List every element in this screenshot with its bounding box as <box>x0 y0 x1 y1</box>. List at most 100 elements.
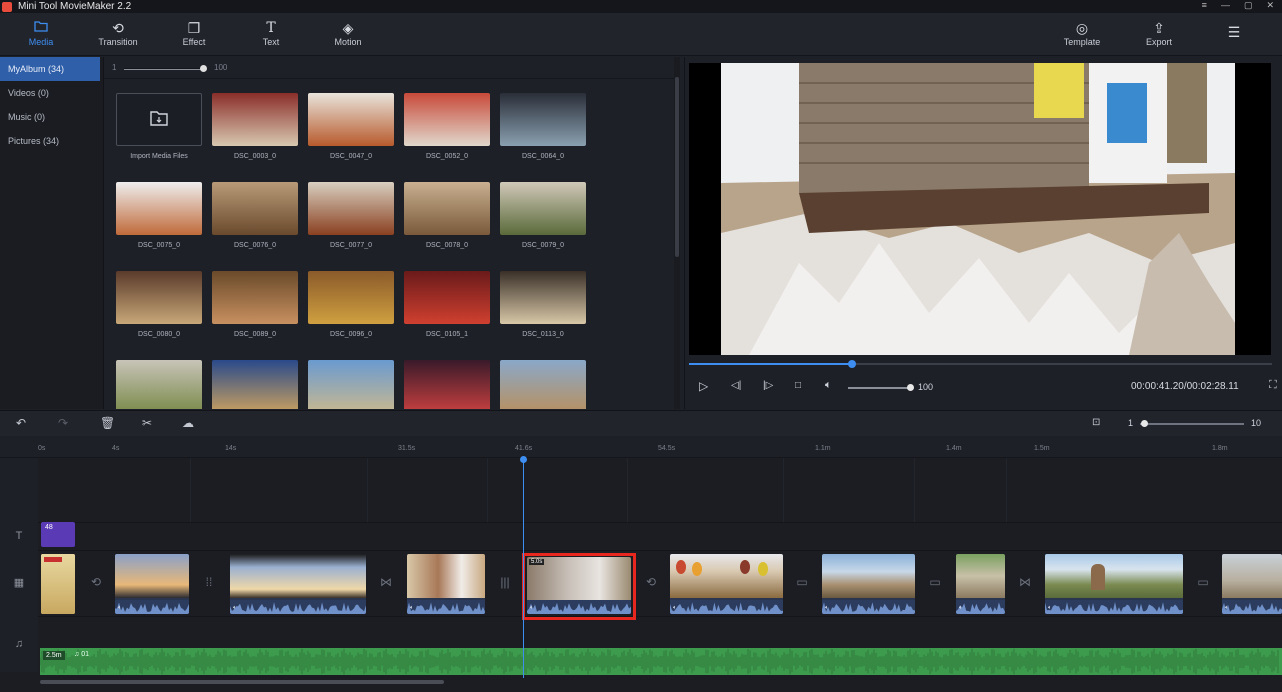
video-clip[interactable]: 🔈︎ <box>670 554 783 614</box>
tab-text[interactable]: T Text <box>241 19 301 47</box>
media-thumbnail[interactable] <box>500 360 586 409</box>
transition-slot[interactable]: ▭ <box>791 571 813 593</box>
import-folder-icon <box>149 109 169 130</box>
speaker-icon[interactable]: 🔈︎ <box>1225 605 1229 612</box>
media-thumbnail[interactable]: DSC_0105_1 <box>404 271 490 338</box>
transition-slot[interactable]: ⟲ <box>640 571 662 593</box>
split-icon[interactable]: ✂ <box>142 416 152 430</box>
transition-slot[interactable]: ▭ <box>1192 571 1214 593</box>
stop-icon[interactable]: □ <box>795 380 801 391</box>
title-clip[interactable] <box>41 554 75 614</box>
sidebar-item-music[interactable]: Music (0) <box>0 105 103 129</box>
timeline-zoom-handle[interactable] <box>1141 420 1148 427</box>
playhead[interactable] <box>520 456 527 678</box>
export-icon: ⇪ <box>1153 20 1165 36</box>
tab-transition[interactable]: ⟲ Transition <box>88 19 148 47</box>
media-thumbnail[interactable]: DSC_0079_0 <box>500 182 586 249</box>
video-clip[interactable]: 🔈︎ <box>1222 554 1282 614</box>
speaker-icon[interactable]: 🔈︎ <box>959 605 963 612</box>
media-caption: DSC_0052_0 <box>425 153 469 160</box>
timeline-horizontal-scrollbar[interactable] <box>40 680 444 684</box>
media-thumbnail[interactable]: DSC_0076_0 <box>212 182 298 249</box>
tab-media[interactable]: Media <box>11 19 71 47</box>
album-sidebar: MyAlbum (34) Videos (0) Music (0) Pictur… <box>0 57 104 409</box>
ruler-tick-label: 1.8m <box>1212 445 1228 452</box>
tab-motion[interactable]: ◈ Motion <box>318 19 378 47</box>
volume-icon[interactable]: 🔈︎ <box>825 379 832 392</box>
maximize-button[interactable]: ▢ <box>1244 0 1253 11</box>
close-button[interactable]: ✕ <box>1266 0 1274 11</box>
preview-seek-bar[interactable] <box>689 360 1272 368</box>
sidebar-item-videos[interactable]: Videos (0) <box>0 81 103 105</box>
video-clip[interactable]: 🔈︎ <box>956 554 1005 614</box>
media-thumbnail[interactable]: DSC_0096_0 <box>308 271 394 338</box>
sidebar-item-pictures[interactable]: Pictures (34) <box>0 129 103 153</box>
ruler-tick-label: 1.4m <box>946 445 962 452</box>
import-media-button[interactable]: Import Media Files <box>116 93 202 160</box>
media-thumbnail[interactable] <box>212 360 298 409</box>
text-clip[interactable]: 48 <box>41 522 75 547</box>
media-thumbnail[interactable]: DSC_0052_0 <box>404 93 490 160</box>
video-clip[interactable]: 🔈︎ <box>822 554 915 614</box>
sidebar-item-myalbum[interactable]: MyAlbum (34) <box>0 57 100 81</box>
media-thumbnail[interactable]: DSC_0064_0 <box>500 93 586 160</box>
volume-handle[interactable] <box>907 384 914 391</box>
speaker-icon[interactable]: 🔈︎ <box>673 605 677 612</box>
previous-frame-icon[interactable]: ◁| <box>731 380 741 391</box>
video-clip[interactable]: 🔈︎ <box>407 554 485 614</box>
music-clip[interactable]: 2.5m ♫ 01 <box>40 648 1282 675</box>
media-thumbnail[interactable]: DSC_0089_0 <box>212 271 298 338</box>
minimize-button[interactable]: — <box>1221 0 1230 11</box>
text-track <box>38 522 1282 550</box>
audio-icon[interactable]: ☁ <box>182 416 194 430</box>
media-thumbnail[interactable] <box>404 360 490 409</box>
fit-timeline-icon[interactable]: ⊡ <box>1092 417 1100 428</box>
media-thumbnail[interactable]: DSC_0077_0 <box>308 182 394 249</box>
thumbnail-size-slider[interactable]: 1 100 <box>104 57 680 79</box>
seek-handle[interactable] <box>848 360 857 368</box>
speaker-icon[interactable]: 🔈︎ <box>825 605 829 612</box>
media-thumbnail[interactable] <box>116 360 202 409</box>
tab-effect[interactable]: ❐ Effect <box>164 19 224 47</box>
media-thumbnail[interactable]: DSC_0078_0 <box>404 182 490 249</box>
hamburger-menu-button[interactable]: ☰ <box>1204 23 1264 41</box>
title-bar: Mini Tool MovieMaker 2.2 ≡ — ▢ ✕ <box>0 0 1282 13</box>
transition-slot[interactable]: ⁞⁞ <box>198 571 220 593</box>
video-clip[interactable]: 🔈︎ <box>1045 554 1183 614</box>
media-scrollbar[interactable] <box>674 57 680 409</box>
next-frame-icon[interactable]: |▷ <box>763 380 773 391</box>
media-thumbnail[interactable]: DSC_0047_0 <box>308 93 394 160</box>
speaker-icon[interactable]: 🔈︎ <box>410 605 414 612</box>
media-caption: DSC_0080_0 <box>137 331 181 338</box>
redo-icon[interactable]: ↷ <box>58 416 68 430</box>
transition-slot[interactable]: ⋈ <box>1014 571 1036 593</box>
media-thumbnail[interactable]: DSC_0003_0 <box>212 93 298 160</box>
speaker-icon[interactable]: 🔈︎ <box>233 605 237 612</box>
music-waveform <box>40 648 1279 675</box>
slider-handle[interactable] <box>200 65 207 72</box>
menu-icon[interactable]: ≡ <box>1202 0 1207 11</box>
text-icon: T <box>266 20 276 36</box>
export-button[interactable]: ⇪ Export <box>1129 19 1189 47</box>
media-thumbnail[interactable]: DSC_0113_0 <box>500 271 586 338</box>
speaker-icon[interactable]: 🔈︎ <box>118 605 122 612</box>
delete-icon[interactable]: 🗑︎ <box>100 416 115 430</box>
media-thumbnail[interactable] <box>308 360 394 409</box>
transition-slot[interactable]: ||| <box>494 571 516 593</box>
video-clip[interactable]: 🔈︎ <box>230 554 366 614</box>
time-ruler[interactable]: 0s 4s 14s 31.5s 41.6s 54.5s 1.1m 1.4m 1.5m 1.8m <box>0 436 1282 458</box>
play-icon[interactable]: ▷ <box>699 379 708 393</box>
media-thumbnail[interactable]: DSC_0075_0 <box>116 182 202 249</box>
transition-slot[interactable]: ⋈ <box>375 571 397 593</box>
template-button[interactable]: ◎ Template <box>1052 19 1112 47</box>
volume-slider[interactable] <box>848 387 908 389</box>
media-thumbnail[interactable]: DSC_0080_0 <box>116 271 202 338</box>
transition-slot[interactable]: ⟲ <box>85 571 107 593</box>
video-clip[interactable]: 🔈︎ <box>115 554 189 614</box>
timeline-zoom-slider[interactable] <box>1140 423 1244 425</box>
media-caption: DSC_0003_0 <box>233 153 277 160</box>
fullscreen-icon[interactable]: ⛶ <box>1269 379 1277 392</box>
undo-icon[interactable]: ↶ <box>16 416 26 430</box>
speaker-icon[interactable]: 🔈︎ <box>1048 605 1052 612</box>
transition-slot[interactable]: ▭ <box>924 571 946 593</box>
